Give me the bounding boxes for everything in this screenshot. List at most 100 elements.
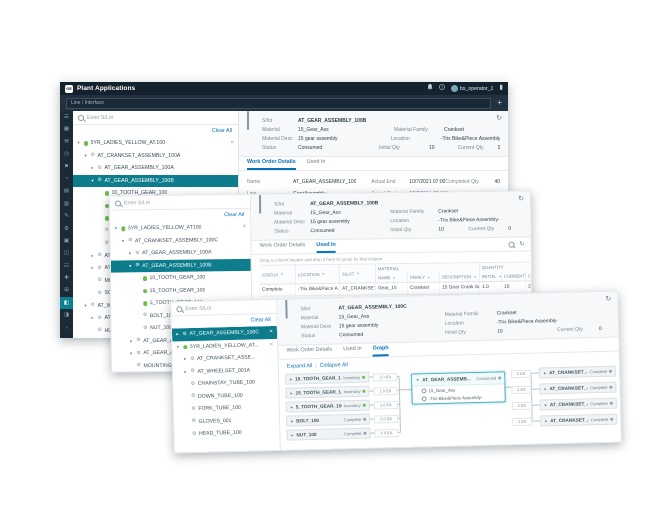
graph-output-node[interactable]: ▸AT_CRANKSET_ASSE...Complete	[539, 366, 616, 379]
graph-selected-node[interactable]: ▾AT_GEAR_ASSEMB...Consumed15_Gear_Ass-Tr…	[411, 371, 506, 404]
rows-icon[interactable]: ▥	[60, 198, 73, 210]
close-icon[interactable]: ×	[269, 329, 273, 336]
graph-output-node[interactable]: ▸AT_CRANKSET_ASSE...Complete	[539, 382, 616, 395]
chevron-right-icon[interactable]: ▸	[90, 265, 95, 271]
filter-icon[interactable]: ▼	[356, 272, 359, 276]
chevron-right-icon[interactable]: ▸	[543, 370, 547, 376]
tree-search-input[interactable]: Enter S/Lot	[73, 111, 238, 125]
column-header[interactable]: CURRENT▼	[502, 271, 526, 280]
close-icon[interactable]: ×	[230, 140, 234, 147]
user-menu[interactable]: bs_operator_1	[451, 85, 493, 92]
graph-input-node[interactable]: ▸BOLT_100Complete	[286, 414, 370, 427]
tab-used-in[interactable]: Used In	[316, 242, 336, 253]
column-header[interactable]: LOCATION▼	[296, 265, 340, 284]
clear-all-link[interactable]: Clear All	[224, 212, 244, 218]
chevron-right-icon[interactable]: ▸	[175, 332, 180, 338]
chevron-right-icon[interactable]: ▸	[90, 253, 95, 259]
chevron-down-icon[interactable]: ▾	[120, 238, 125, 244]
columns-icon[interactable]: ◫	[60, 247, 73, 259]
graph-input-node[interactable]: ▸5_TOOTH_GEAR_100Inventory	[286, 400, 370, 413]
column-header[interactable]: DESCRIPTION▼	[440, 272, 480, 281]
tree-item[interactable]: ▸⚙AT_GEAR_ASSEMBLY_100A	[73, 162, 238, 175]
close-icon[interactable]: ×	[269, 341, 273, 348]
tree-item[interactable]: ▾⚙AT_GEAR_ASSEMBLY_100B	[73, 175, 238, 188]
graph-output-node[interactable]: ▸AT_CRANKSET_ASSE...Complete	[540, 414, 617, 427]
chevron-right-icon[interactable]: ▸	[183, 356, 188, 362]
context-selector[interactable]: Line / Interface	[66, 98, 491, 109]
chevron-down-icon[interactable]: ▾	[76, 140, 81, 146]
notifications-bell-icon[interactable]	[427, 84, 433, 93]
dashboard-icon[interactable]: ▦	[60, 123, 73, 135]
panel-icon[interactable]: ◨	[60, 309, 73, 321]
filter-icon[interactable]: ▼	[392, 276, 395, 280]
close-icon[interactable]: ×	[242, 224, 246, 231]
graph-input-node[interactable]: ▸15_TOOTH_GEAR_1...Inventory	[285, 386, 369, 399]
edit-icon[interactable]: ✎	[60, 210, 73, 222]
column-header[interactable]: CONSUMED▼	[526, 271, 532, 280]
tree-item[interactable]: ▾⚙AT_CRANKSET_ASSEMBLY_100A	[73, 150, 238, 163]
tab-graph[interactable]: Graph	[373, 345, 389, 356]
column-header[interactable]: NAME▼	[376, 273, 408, 282]
chevron-down-icon[interactable]: ▾	[415, 377, 420, 383]
refresh-icon[interactable]: ↻	[496, 115, 502, 122]
chevron-down-icon[interactable]: ▾	[83, 303, 88, 309]
tree-item[interactable]: ⚙HEAD_TUBE_100	[174, 426, 279, 441]
filter-icon[interactable]: ▼	[473, 275, 476, 279]
chevron-right-icon[interactable]: ▸	[129, 338, 134, 344]
chevron-right-icon[interactable]: ▸	[543, 386, 547, 392]
chevron-right-icon[interactable]: ▸	[289, 390, 293, 396]
layers-icon[interactable]: ☷	[60, 260, 73, 272]
grid-search-icon[interactable]	[508, 241, 514, 247]
column-header[interactable]: STATUS▼	[260, 265, 296, 283]
wrench-icon[interactable]: ⚒	[60, 136, 73, 148]
analytics-icon[interactable]: ◧	[60, 297, 73, 309]
column-header[interactable]: INITIAL▼	[480, 272, 502, 281]
chevron-down-icon[interactable]: ▾	[90, 178, 95, 184]
window-menu-icon[interactable]: ▮	[499, 85, 503, 92]
filter-icon[interactable]: ▼	[280, 272, 283, 276]
refresh-icon[interactable]: ↻	[518, 196, 524, 203]
chevron-right-icon[interactable]: ▸	[544, 402, 548, 408]
chevron-right-icon[interactable]: ▸	[290, 404, 294, 410]
tab-work-order-details[interactable]: Work Order Details	[247, 159, 296, 170]
tab-used-in[interactable]: Used In	[343, 346, 362, 357]
settings-icon[interactable]: ⚙	[60, 223, 73, 235]
flag-icon[interactable]: ⚑	[60, 161, 73, 173]
refresh-icon[interactable]: ↻	[605, 296, 611, 303]
column-header[interactable]: S/LOT▼	[340, 264, 376, 282]
chevron-right-icon[interactable]: ▸	[128, 251, 133, 257]
chevron-right-icon[interactable]: ▸	[544, 418, 548, 424]
chevron-right-icon[interactable]: ▸	[289, 376, 293, 382]
apps-icon[interactable]: ⊞	[60, 284, 73, 296]
grid-refresh-icon[interactable]: ↻	[519, 241, 524, 248]
tree-item[interactable]: ▾5YR_LADIES_YELLOW_AT.100×	[73, 137, 238, 150]
filter-icon[interactable]: ▼	[322, 272, 325, 276]
expand-all-link[interactable]: Expand All	[287, 363, 313, 370]
timer-icon[interactable]: ◔	[60, 173, 73, 185]
column-header[interactable]: FAMILY▼	[408, 273, 440, 282]
filter-icon[interactable]: ▼	[427, 275, 430, 279]
clear-all-link[interactable]: Clear All	[212, 128, 232, 134]
tab-work-order-details[interactable]: Work Order Details	[260, 242, 306, 254]
chevron-down-icon[interactable]: ▾	[83, 153, 88, 159]
chevron-right-icon[interactable]: ▸	[90, 315, 95, 321]
graph-input-node[interactable]: ▸NUT_100Complete	[286, 428, 370, 441]
tab-work-order-details[interactable]: Work Order Details	[286, 347, 332, 359]
list-icon[interactable]: ▤	[60, 185, 73, 197]
chevron-down-icon[interactable]: ▾	[175, 344, 180, 350]
chevron-right-icon[interactable]: ▸	[290, 432, 294, 438]
chevron-down-icon[interactable]: ▾	[128, 263, 133, 269]
chevron-right-icon[interactable]: ▸	[90, 165, 95, 171]
chevron-right-icon[interactable]: ▸	[129, 351, 134, 357]
add-icon[interactable]: ✚	[60, 272, 73, 284]
add-tab-button[interactable]: +	[497, 99, 502, 107]
graph-input-node[interactable]: ▸10_TOOTH_GEAR_1...Inventory	[285, 372, 369, 385]
tab-used-in[interactable]: Used In	[307, 159, 326, 170]
clear-all-link[interactable]: Clear All	[251, 317, 271, 323]
chevron-right-icon[interactable]: ▸	[183, 369, 188, 375]
grid-icon[interactable]: ▣	[60, 235, 73, 247]
menu-icon[interactable]: ☰	[60, 111, 73, 123]
collapse-all-link[interactable]: Collapse All	[320, 362, 348, 369]
chevron-down-icon[interactable]: ▾	[113, 226, 118, 232]
expand-icon[interactable]: ›	[60, 322, 73, 334]
